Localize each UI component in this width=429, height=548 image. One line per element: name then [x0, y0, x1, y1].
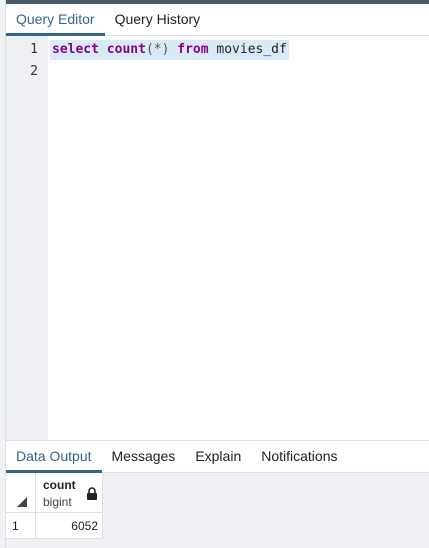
tab-messages[interactable]: Messages	[102, 441, 186, 473]
lock-icon	[87, 487, 97, 500]
table-cell-count[interactable]: 6052	[36, 513, 103, 539]
column-name: count	[43, 478, 76, 492]
sql-keyword-select: select	[52, 42, 99, 57]
grid-corner-cell[interactable]	[6, 473, 36, 513]
column-header-count[interactable]: count bigint	[36, 473, 103, 513]
tab-notifications[interactable]: Notifications	[251, 441, 347, 473]
tab-explain[interactable]: Explain	[185, 441, 251, 473]
tab-query-history[interactable]: Query History	[105, 4, 211, 36]
sql-function-args: (*)	[145, 42, 170, 57]
corner-triangle-icon	[17, 497, 27, 507]
line-number-gutter: 1 2	[6, 36, 48, 440]
tab-data-output[interactable]: Data Output	[6, 441, 102, 473]
code-line-1[interactable]: select count(*) from movies_df	[50, 40, 289, 60]
column-type: bigint	[43, 495, 72, 509]
tab-query-editor[interactable]: Query Editor	[6, 4, 105, 36]
sql-function-count: count	[106, 42, 146, 57]
line-number: 1	[30, 42, 38, 57]
sql-keyword-from: from	[177, 42, 209, 57]
line-number: 2	[30, 64, 38, 79]
data-grid: count bigint 1 6052	[6, 473, 429, 548]
sql-editor[interactable]: 1 2 select count(*) from movies_df	[6, 36, 429, 440]
results-panel: Data Output Messages Explain Notificatio…	[6, 440, 429, 548]
editor-tab-bar: Query Editor Query History	[6, 4, 429, 36]
row-number[interactable]: 1	[6, 513, 36, 539]
sql-table-name: movies_df	[216, 42, 287, 57]
results-tab-bar: Data Output Messages Explain Notificatio…	[6, 441, 429, 473]
code-line-2[interactable]	[50, 62, 54, 82]
